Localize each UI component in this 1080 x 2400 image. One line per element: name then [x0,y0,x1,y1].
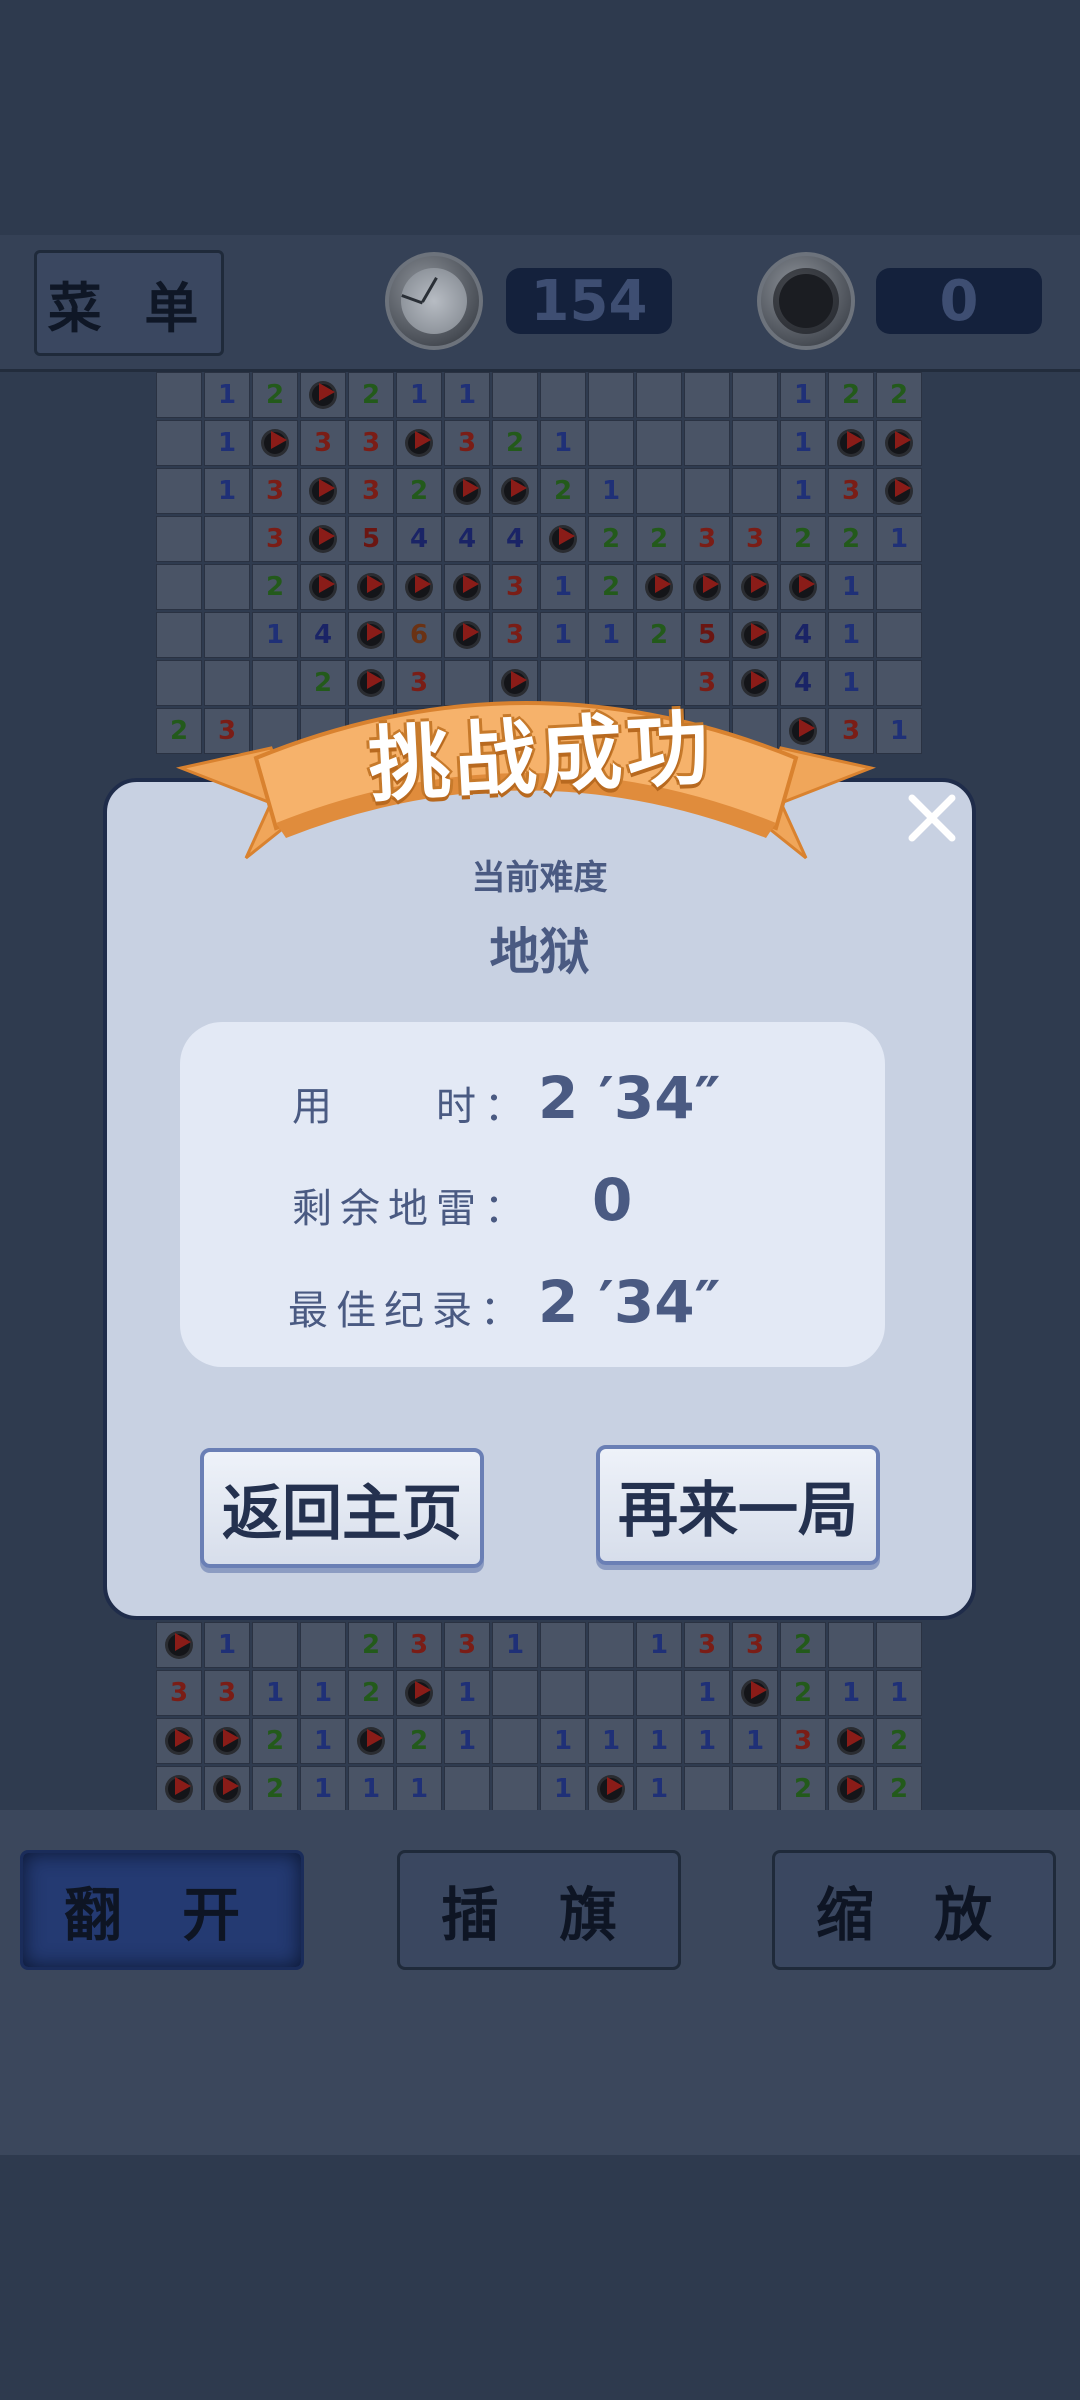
close-icon[interactable] [902,788,962,848]
return-home-button[interactable]: 返回主页 [200,1448,484,1568]
banner-title: 挑战成功 [366,701,715,814]
best-record-value: 2 ′34″ [538,1268,721,1336]
difficulty-value: 地狱 [489,923,590,981]
remaining-value: 0 [592,1166,633,1234]
difficulty-label: 当前难度 [471,858,608,898]
remaining-label: 剩余地雷： [292,1186,532,1232]
play-again-button[interactable]: 再来一局 [596,1445,880,1565]
best-record-label: 最佳纪录： [288,1288,528,1334]
stats-panel [180,1022,885,1367]
modal-overlay: 挑战成功 当前难度 地狱 用 时： 2 ′34″ 剩余地雷： 0 最佳纪录： 2… [0,0,1080,2400]
time-value: 2 ′34″ [538,1064,721,1132]
time-label: 用 时： [292,1084,532,1130]
